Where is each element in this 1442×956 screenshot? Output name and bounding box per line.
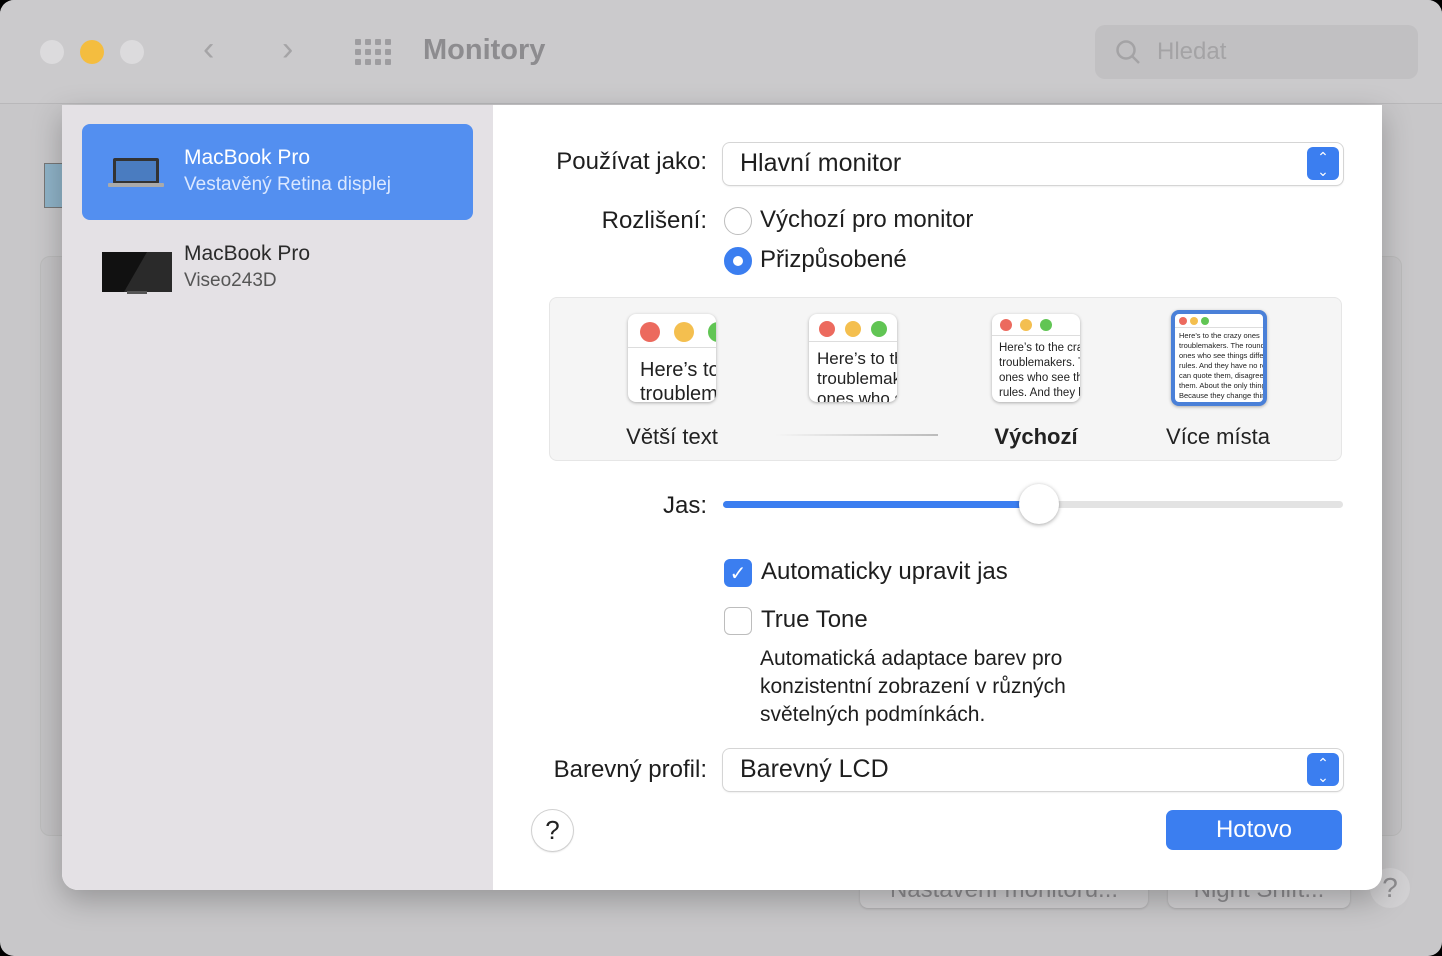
resolution-default-label: Výchozí pro monitor [760,206,974,233]
laptop-icon [108,158,164,187]
scale-option-more-space[interactable]: Here’s to the crazy ones troublemakers. … [1171,310,1267,406]
resolution-scaled-radio[interactable] [724,247,752,275]
color-profile-label: Barevný profil: [553,756,707,783]
display-item-external[interactable]: MacBook Pro Viseo243D [82,220,473,316]
back-icon[interactable]: ‹ [203,30,214,69]
color-profile-popup[interactable]: Barevný LCD ⌃ ⌄ [723,749,1343,791]
display-settings-sheet: MacBook Pro Vestavěný Retina displej Mac… [62,105,1382,890]
brightness-label: Jas: [662,492,707,519]
preview-text: Here’s to the crazy ones troublemakers. … [817,349,897,402]
done-button[interactable]: Hotovo [1166,810,1342,850]
brightness-fill [723,501,1040,508]
resolution-scaled-label: Přizpůsobené [760,246,907,273]
scale-options: Here’s to the crazy ones troublemakers. … [549,297,1342,461]
use-as-value: Hlavní monitor [740,149,902,177]
scale-option-default[interactable]: Here’s to the crazy ones troublemakers. … [992,314,1080,402]
description-line: konzistentní zobrazení v různých [760,675,1066,698]
auto-brightness-label: Automaticky upravit jas [761,558,1008,585]
scale-option-2[interactable]: Here’s to the crazy ones troublemakers. … [809,314,897,402]
resolution-default-radio[interactable] [724,207,752,235]
help-button[interactable]: ? [532,810,573,851]
display-list: MacBook Pro Vestavěný Retina displej Mac… [62,105,493,890]
minimize-button[interactable] [80,40,104,64]
search-placeholder: Hledat [1157,38,1227,65]
preview-text: Here’s to the crazy ones troublemakers. … [1179,331,1267,400]
use-as-label: Používat jako: [556,148,707,175]
display-item-builtin[interactable]: MacBook Pro Vestavěný Retina displej [82,124,473,220]
display-name: MacBook Pro [184,242,311,265]
search-field[interactable]: Hledat [1095,25,1418,79]
chevron-updown-icon: ⌃ ⌄ [1307,753,1339,786]
auto-brightness-checkbox[interactable]: ✓ [724,559,752,587]
color-profile-value: Barevný LCD [740,755,889,783]
scale-option-larger-text[interactable]: Here’s to the crazy ones troublemakers. … [628,314,716,402]
description-line: světelných podmínkách. [760,703,986,726]
window-title: Monitory [423,34,546,66]
zoom-button[interactable] [120,40,144,64]
show-all-grid-icon[interactable] [355,39,391,65]
brightness-knob[interactable] [1019,484,1060,524]
display-subtitle: Vestavěný Retina displej [184,174,392,195]
brightness-slider[interactable] [723,484,1343,524]
system-preferences-window: ‹ › Monitory Hledat Nastavení monitoru..… [0,0,1442,956]
true-tone-description: Automatická adaptace barev pro konzisten… [760,645,1066,729]
resolution-label: Rozlišení: [601,207,707,234]
close-button[interactable] [40,40,64,64]
scale-divider [775,434,938,436]
preview-text: Here’s to the crazy ones troublemakers. … [640,359,716,402]
forward-icon[interactable]: › [282,30,293,69]
chevron-updown-icon: ⌃ ⌄ [1307,147,1339,180]
scale-label-more-space: Více místa [1166,424,1270,449]
title-bar: ‹ › Monitory Hledat [0,0,1442,104]
preview-text: Here’s to the crazy ones troublemakers. … [999,342,1080,399]
true-tone-checkbox[interactable] [724,607,752,635]
use-as-popup[interactable]: Hlavní monitor ⌃ ⌄ [723,143,1343,185]
true-tone-label: True Tone [761,606,868,633]
display-name: MacBook Pro [184,146,311,169]
monitor-icon [102,252,172,294]
scale-label-larger-text: Větší text [626,424,718,449]
scale-label-default: Výchozí [994,424,1078,449]
description-line: Automatická adaptace barev pro [760,647,1063,670]
background-display-icon [44,163,64,208]
display-subtitle: Viseo243D [184,270,277,291]
search-icon [1116,40,1140,64]
